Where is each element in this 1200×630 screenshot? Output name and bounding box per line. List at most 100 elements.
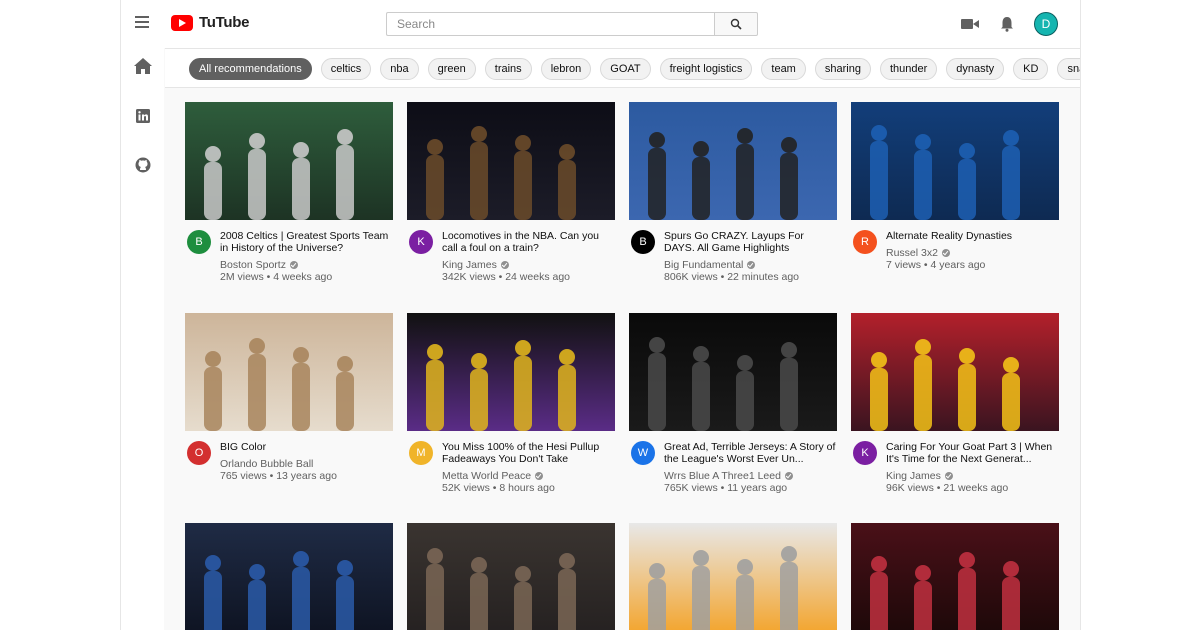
filter-chip[interactable]: snakes xyxy=(1057,58,1080,80)
channel-name[interactable]: Wrrs Blue A Three1 Leed xyxy=(664,470,781,482)
linkedin-icon[interactable] xyxy=(134,107,152,125)
filter-chip[interactable]: nba xyxy=(380,58,419,80)
channel-name-row: Orlando Bubble Ball xyxy=(220,458,392,470)
channel-name[interactable]: Metta World Peace xyxy=(442,470,531,482)
filter-chip[interactable]: All recommendations xyxy=(189,58,312,80)
video-meta: B 2008 Celtics | Greatest Sports Team in … xyxy=(185,230,393,290)
verified-check-icon xyxy=(535,472,544,480)
video-texts: Spurs Go CRAZY. Layups For DAYS. All Gam… xyxy=(664,230,836,283)
channel-name[interactable]: Boston Sportz xyxy=(220,259,286,271)
filter-chip[interactable]: trains xyxy=(484,58,532,80)
video-card[interactable] xyxy=(185,523,393,630)
video-thumbnail[interactable] xyxy=(629,313,837,431)
video-card[interactable]: K Caring For Your Goat Part 3 | When It's… xyxy=(851,313,1059,501)
video-title[interactable]: Spurs Go CRAZY. Layups For DAYS. All Gam… xyxy=(664,230,836,254)
video-thumbnail[interactable] xyxy=(851,523,1059,630)
filter-chip[interactable]: team xyxy=(761,58,806,80)
channel-name[interactable]: Russel 3x2 xyxy=(886,247,938,259)
video-title[interactable]: Locomotives in the NBA. Can you call a f… xyxy=(442,230,614,254)
video-texts: Great Ad, Terrible Jerseys: A Story of t… xyxy=(664,441,836,494)
video-title[interactable]: BIG Color xyxy=(220,441,392,453)
video-thumbnail[interactable] xyxy=(185,523,393,630)
play-logo-icon xyxy=(171,14,193,31)
channel-name-row: Boston Sportz xyxy=(220,259,392,271)
channel-avatar[interactable]: R xyxy=(853,230,877,254)
video-texts: Caring For Your Goat Part 3 | When It's … xyxy=(886,441,1058,494)
search-bar xyxy=(386,12,758,36)
video-title[interactable]: Caring For Your Goat Part 3 | When It's … xyxy=(886,441,1058,465)
filter-chip[interactable]: green xyxy=(427,58,476,80)
channel-avatar[interactable]: W xyxy=(631,441,655,465)
video-stats: 52K views • 8 hours ago xyxy=(442,482,555,494)
video-card[interactable]: R Alternate Reality Dynasties Russel 3x2 7 … xyxy=(851,102,1059,290)
video-thumbnail[interactable] xyxy=(629,523,837,630)
home-icon[interactable] xyxy=(134,57,152,75)
verified-check-icon xyxy=(941,249,950,257)
filter-chip[interactable]: lebron xyxy=(540,58,592,80)
sidebar xyxy=(121,48,164,630)
channel-name[interactable]: King James xyxy=(442,259,497,271)
verified-check-icon xyxy=(944,472,953,480)
video-thumbnail[interactable] xyxy=(629,102,837,220)
filter-chip[interactable]: sharing xyxy=(814,58,871,80)
logo[interactable]: TuTube xyxy=(171,14,249,31)
video-stats: 342K views • 24 weeks ago xyxy=(442,271,570,283)
video-meta: O BIG Color Orlando Bubble Ball 765 views •… xyxy=(185,441,393,501)
verified-check-icon xyxy=(784,472,793,480)
video-title[interactable]: 2008 Celtics | Greatest Sports Team in H… xyxy=(220,230,392,254)
channel-name-row: King James xyxy=(886,470,1058,482)
channel-avatar[interactable]: K xyxy=(853,441,877,465)
top-bar: TuTube D xyxy=(121,0,1080,48)
video-card[interactable] xyxy=(851,523,1059,630)
search-input[interactable] xyxy=(386,12,714,36)
video-card[interactable]: K Locomotives in the NBA. Can you call a … xyxy=(407,102,615,290)
channel-avatar[interactable]: B xyxy=(187,230,211,254)
video-thumbnail[interactable] xyxy=(407,313,615,431)
video-card[interactable]: B 2008 Celtics | Greatest Sports Team in … xyxy=(185,102,393,290)
verified-check-icon xyxy=(289,261,298,269)
video-camera-icon[interactable] xyxy=(960,14,980,34)
video-title[interactable]: Alternate Reality Dynasties xyxy=(886,230,1058,242)
video-thumbnail[interactable] xyxy=(185,313,393,431)
video-thumbnail[interactable] xyxy=(185,102,393,220)
video-thumbnail[interactable] xyxy=(407,102,615,220)
video-title[interactable]: Great Ad, Terrible Jerseys: A Story of t… xyxy=(664,441,836,465)
user-avatar[interactable]: D xyxy=(1034,12,1058,36)
video-card[interactable] xyxy=(629,523,837,630)
video-meta: K Locomotives in the NBA. Can you call a … xyxy=(407,230,615,290)
logo-text: TuTube xyxy=(199,14,250,31)
channel-avatar[interactable]: O xyxy=(187,441,211,465)
filter-chip[interactable]: freight logistics xyxy=(659,58,753,80)
video-title[interactable]: You Miss 100% of the Hesi Pullup Fadeawa… xyxy=(442,441,614,465)
channel-avatar[interactable]: B xyxy=(631,230,655,254)
channel-name[interactable]: Orlando Bubble Ball xyxy=(220,458,313,470)
channel-name[interactable]: King James xyxy=(886,470,941,482)
video-thumbnail[interactable] xyxy=(851,313,1059,431)
filter-chip[interactable]: thunder xyxy=(879,58,938,80)
video-meta: W Great Ad, Terrible Jerseys: A Story of … xyxy=(629,441,837,501)
filter-chip[interactable]: KD xyxy=(1013,58,1049,80)
video-card[interactable]: W Great Ad, Terrible Jerseys: A Story of … xyxy=(629,313,837,501)
video-texts: You Miss 100% of the Hesi Pullup Fadeawa… xyxy=(442,441,614,494)
filter-chip[interactable]: dynasty xyxy=(946,58,1005,80)
video-card[interactable] xyxy=(407,523,615,630)
bell-icon[interactable] xyxy=(997,14,1017,34)
video-thumbnail[interactable] xyxy=(407,523,615,630)
menu-icon[interactable] xyxy=(135,16,149,30)
video-card[interactable]: B Spurs Go CRAZY. Layups For DAYS. All Ga… xyxy=(629,102,837,290)
channel-avatar[interactable]: K xyxy=(409,230,433,254)
video-card[interactable]: O BIG Color Orlando Bubble Ball 765 views •… xyxy=(185,313,393,501)
video-card[interactable]: M You Miss 100% of the Hesi Pullup Fadeaw… xyxy=(407,313,615,501)
video-stats: 765 views • 13 years ago xyxy=(220,470,337,482)
channel-avatar[interactable]: M xyxy=(409,441,433,465)
channel-name-row: Wrrs Blue A Three1 Leed xyxy=(664,470,836,482)
github-icon[interactable] xyxy=(134,156,152,174)
channel-name-row: Russel 3x2 xyxy=(886,247,1058,259)
video-meta: M You Miss 100% of the Hesi Pullup Fadeaw… xyxy=(407,441,615,501)
search-button[interactable] xyxy=(714,12,758,36)
filter-chip[interactable]: GOAT xyxy=(600,58,651,80)
channel-name[interactable]: Big Fundamental xyxy=(664,259,743,271)
video-thumbnail[interactable] xyxy=(851,102,1059,220)
filter-chip[interactable]: celtics xyxy=(320,58,372,80)
filter-chip-bar: All recommendations celtics nba green trains… xyxy=(165,48,1080,88)
